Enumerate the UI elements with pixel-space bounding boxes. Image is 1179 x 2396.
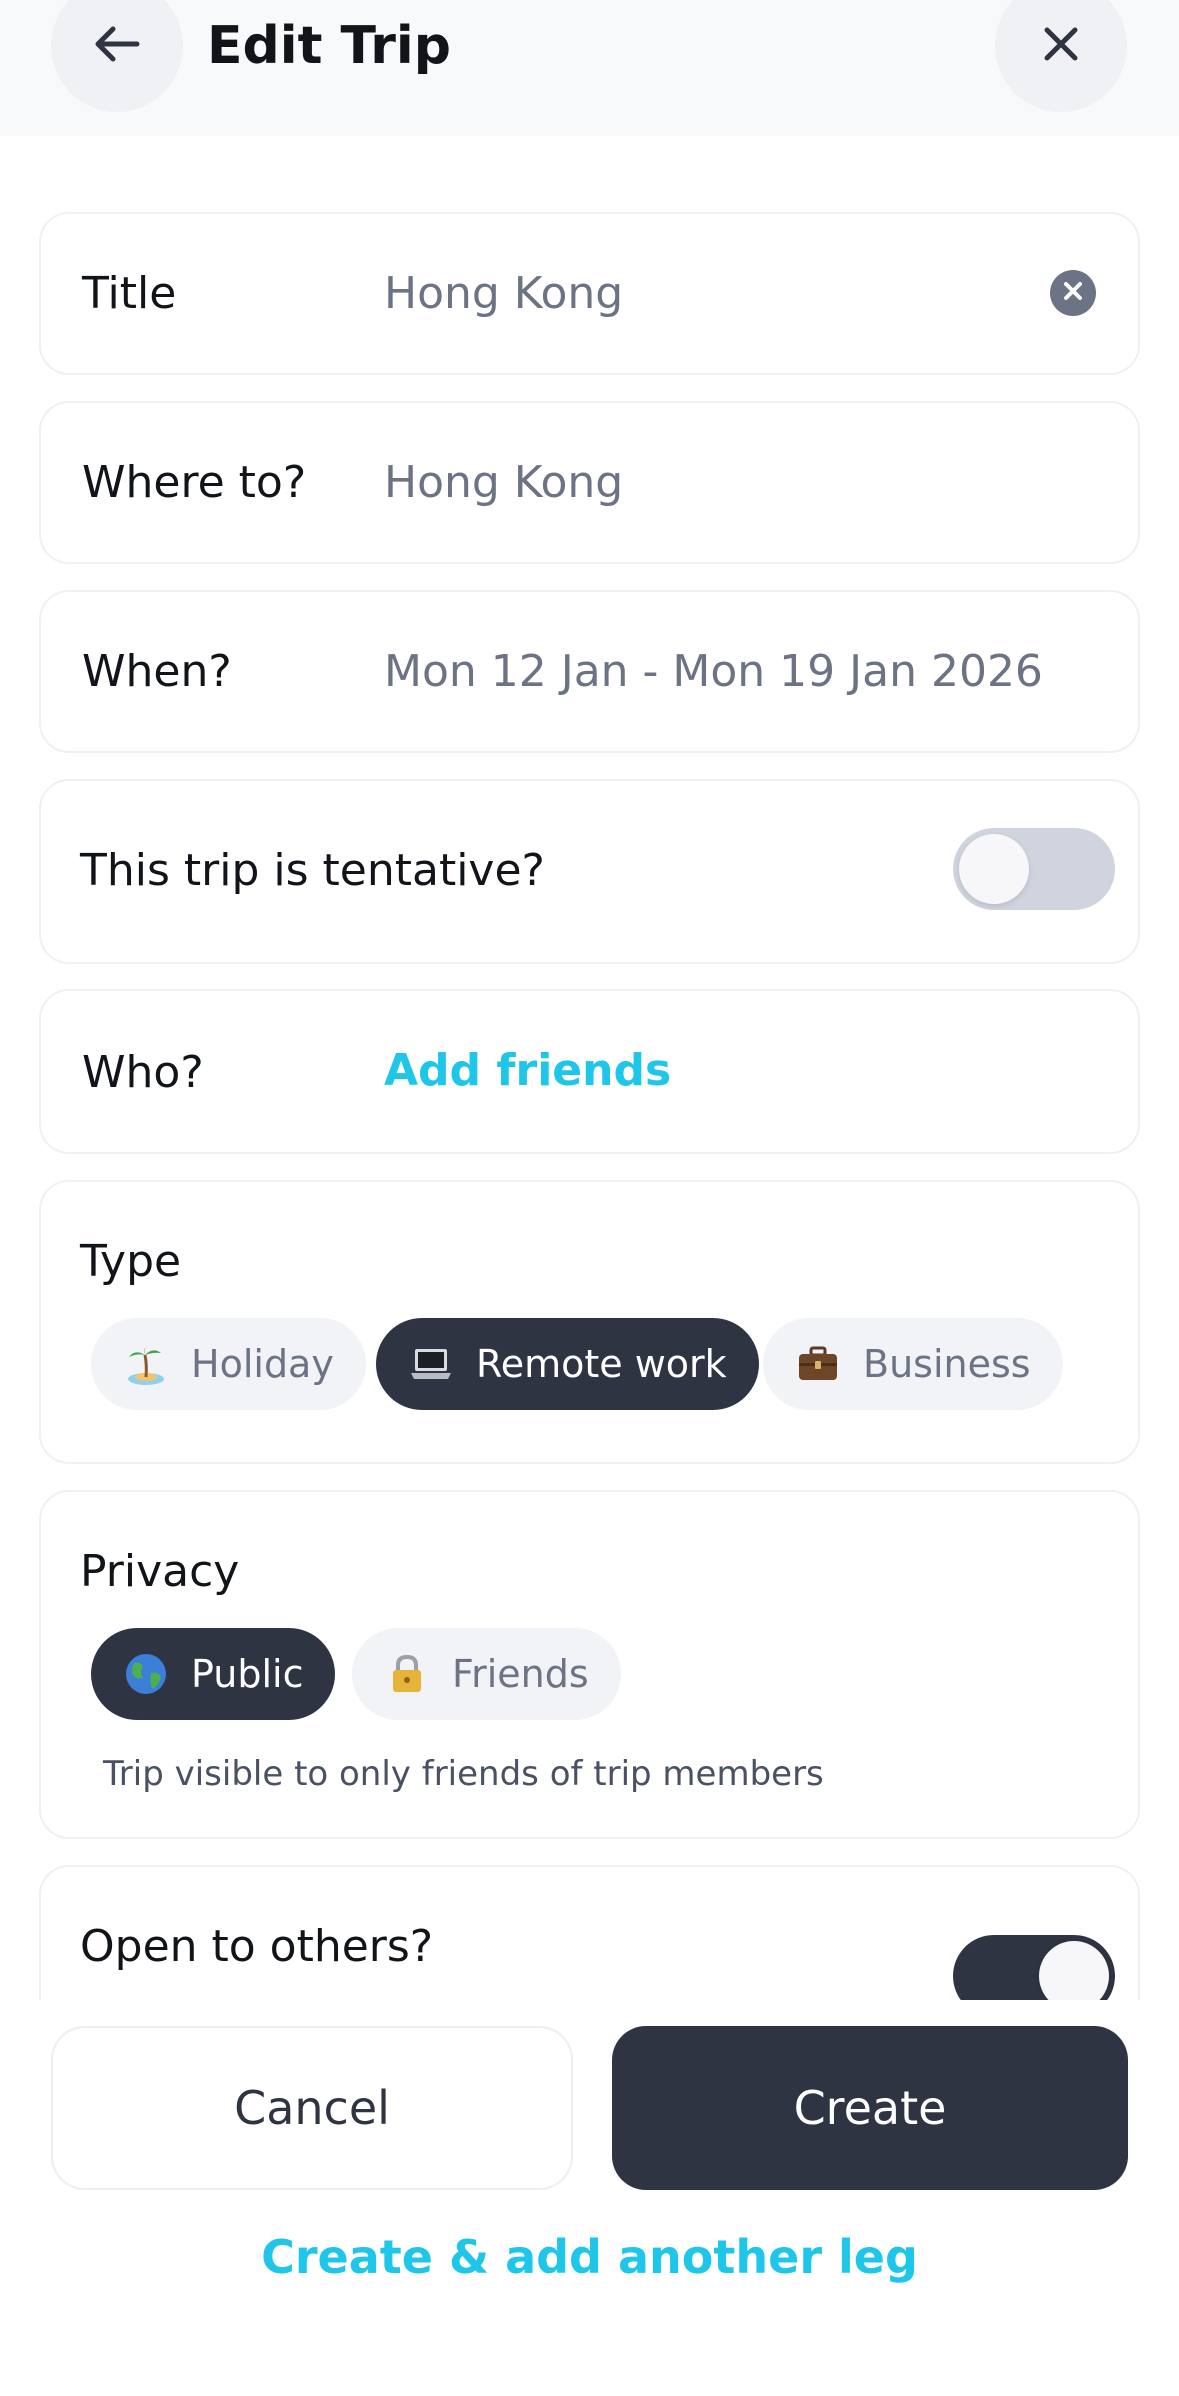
tentative-label: This trip is tentative? — [80, 845, 545, 896]
type-card: Type Holiday Remote work Business — [39, 1180, 1140, 1464]
type-option-business[interactable]: Business — [763, 1318, 1063, 1410]
laptop-icon — [408, 1341, 454, 1387]
dates-label: When? — [82, 646, 232, 697]
privacy-option-label: Public — [191, 1652, 304, 1696]
close-button[interactable] — [995, 0, 1127, 112]
close-icon — [1037, 20, 1085, 72]
cancel-button[interactable]: Cancel — [51, 2026, 573, 2190]
globe-icon — [123, 1651, 169, 1697]
tentative-toggle[interactable] — [953, 828, 1115, 910]
clear-x-icon — [1061, 279, 1085, 307]
toggle-knob — [959, 834, 1029, 904]
edit-trip-screen: Edit Trip Title Hong Kong Where to? Hong… — [0, 0, 1179, 2396]
destination-field-card[interactable]: Where to? Hong Kong — [39, 401, 1140, 564]
title-input[interactable]: Hong Kong — [384, 266, 623, 322]
title-field-card[interactable]: Title Hong Kong — [39, 212, 1140, 375]
who-card: Who? Add friends — [39, 989, 1140, 1154]
type-option-label: Holiday — [191, 1342, 334, 1386]
open-to-others-label: Open to others? — [80, 1921, 434, 1972]
title-label: Title — [82, 268, 177, 319]
type-option-remote-work[interactable]: Remote work — [376, 1318, 759, 1410]
arrow-left-icon — [87, 14, 147, 78]
privacy-helper-text: Trip visible to only friends of trip mem… — [103, 1754, 824, 1794]
dates-field-card[interactable]: When? Mon 12 Jan - Mon 19 Jan 2026 — [39, 590, 1140, 753]
type-label: Type — [80, 1236, 182, 1287]
privacy-option-label: Friends — [452, 1652, 589, 1696]
add-friends-link[interactable]: Add friends — [384, 1043, 671, 1099]
create-add-leg-link[interactable]: Create & add another leg — [0, 2230, 1179, 2284]
type-option-holiday[interactable]: Holiday — [91, 1318, 366, 1410]
briefcase-icon — [795, 1341, 841, 1387]
type-option-label: Remote work — [476, 1342, 727, 1386]
lock-icon — [384, 1651, 430, 1697]
type-option-label: Business — [863, 1342, 1031, 1386]
back-button[interactable] — [51, 0, 183, 112]
privacy-option-friends[interactable]: Friends — [352, 1628, 621, 1720]
dates-value[interactable]: Mon 12 Jan - Mon 19 Jan 2026 — [384, 644, 1043, 700]
page-title: Edit Trip — [207, 16, 451, 76]
destination-input[interactable]: Hong Kong — [384, 455, 623, 511]
bottom-action-bar: Cancel Create Create & add another leg — [0, 2000, 1179, 2396]
privacy-label: Privacy — [80, 1546, 240, 1597]
palm-island-icon — [123, 1341, 169, 1387]
who-label: Who? — [82, 1047, 204, 1098]
privacy-option-public[interactable]: Public — [91, 1628, 336, 1720]
privacy-card: Privacy Public Friends Trip visible to o… — [39, 1490, 1140, 1839]
destination-label: Where to? — [82, 457, 307, 508]
tentative-card: This trip is tentative? — [39, 779, 1140, 964]
clear-title-button[interactable] — [1050, 270, 1096, 316]
header: Edit Trip — [0, 0, 1179, 136]
create-button[interactable]: Create — [612, 2026, 1128, 2190]
